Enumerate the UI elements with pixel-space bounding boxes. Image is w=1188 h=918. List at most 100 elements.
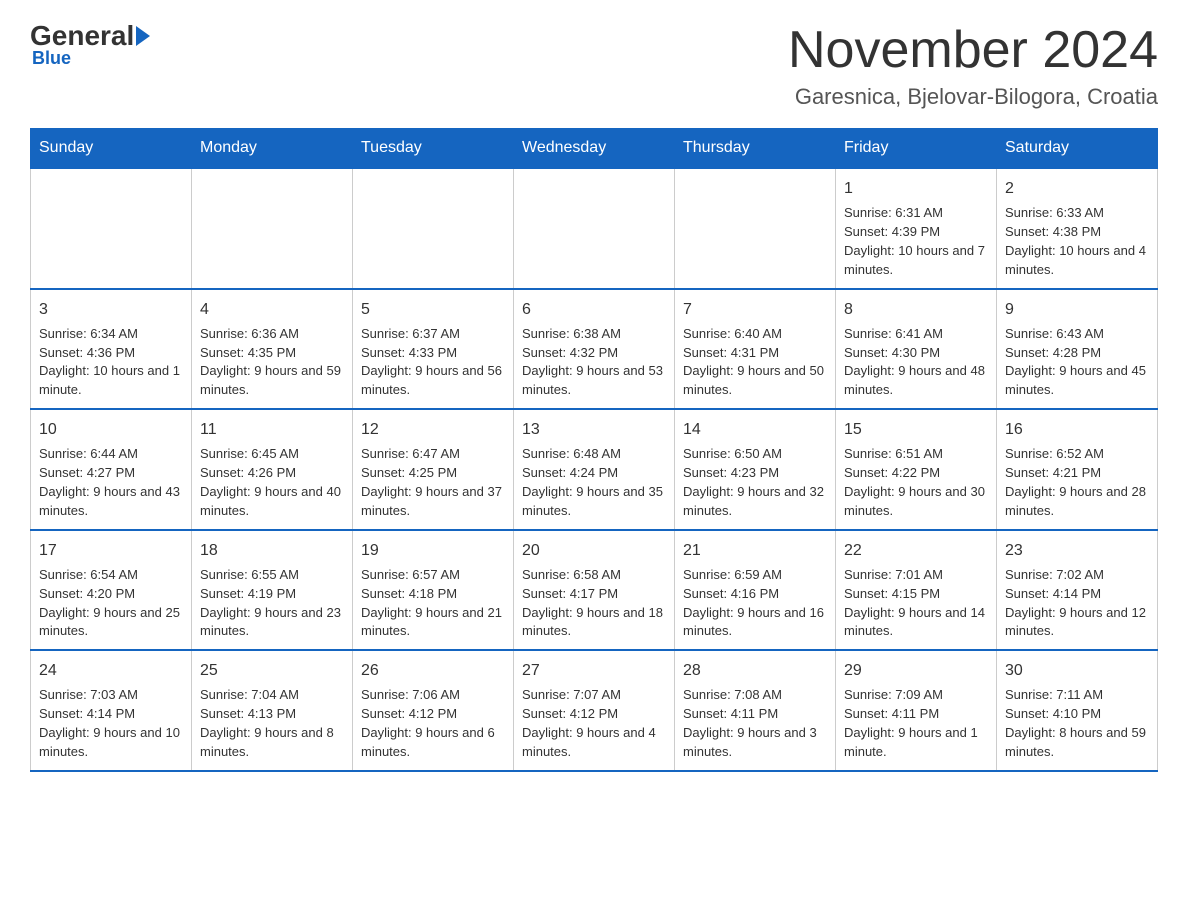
calendar-cell: 4 Sunrise: 6:36 AM Sunset: 4:35 PM Daylig… xyxy=(192,289,353,410)
calendar-header-monday: Monday xyxy=(192,129,353,169)
calendar-cell xyxy=(31,168,192,289)
calendar-cell: 29 Sunrise: 7:09 AM Sunset: 4:11 PM Dayli… xyxy=(836,650,997,771)
day-info: Sunrise: 6:38 AM Sunset: 4:32 PM Dayligh… xyxy=(522,325,666,400)
day-number: 27 xyxy=(522,659,666,682)
day-info: Sunrise: 6:51 AM Sunset: 4:22 PM Dayligh… xyxy=(844,445,988,520)
title-area: November 2024 Garesnica, Bjelovar-Bilogo… xyxy=(788,20,1158,110)
day-info: Sunrise: 7:07 AM Sunset: 4:12 PM Dayligh… xyxy=(522,686,666,761)
day-number: 1 xyxy=(844,177,988,200)
day-info: Sunrise: 6:44 AM Sunset: 4:27 PM Dayligh… xyxy=(39,445,183,520)
day-info: Sunrise: 7:03 AM Sunset: 4:14 PM Dayligh… xyxy=(39,686,183,761)
calendar-cell: 11Sunrise: 6:45 AM Sunset: 4:26 PM Dayli… xyxy=(192,409,353,530)
day-info: Sunrise: 6:43 AM Sunset: 4:28 PM Dayligh… xyxy=(1005,325,1149,400)
day-number: 21 xyxy=(683,539,827,562)
calendar-cell: 12 Sunrise: 6:47 AM Sunset: 4:25 PM Dayli… xyxy=(353,409,514,530)
day-info: Sunrise: 7:11 AM Sunset: 4:10 PM Dayligh… xyxy=(1005,686,1149,761)
day-number: 2 xyxy=(1005,177,1149,200)
calendar-cell: 6 Sunrise: 6:38 AM Sunset: 4:32 PM Daylig… xyxy=(514,289,675,410)
day-number: 25 xyxy=(200,659,344,682)
calendar-cell: 25 Sunrise: 7:04 AM Sunset: 4:13 PM Dayli… xyxy=(192,650,353,771)
day-number: 12 xyxy=(361,418,505,441)
day-info: Sunrise: 7:01 AM Sunset: 4:15 PM Dayligh… xyxy=(844,566,988,641)
day-number: 13 xyxy=(522,418,666,441)
day-info: Sunrise: 6:58 AM Sunset: 4:17 PM Dayligh… xyxy=(522,566,666,641)
day-number: 16 xyxy=(1005,418,1149,441)
day-number: 5 xyxy=(361,298,505,321)
calendar-cell: 18 Sunrise: 6:55 AM Sunset: 4:19 PM Dayli… xyxy=(192,530,353,651)
calendar-cell: 24Sunrise: 7:03 AM Sunset: 4:14 PM Dayli… xyxy=(31,650,192,771)
calendar-cell: 28 Sunrise: 7:08 AM Sunset: 4:11 PM Dayli… xyxy=(675,650,836,771)
calendar-cell xyxy=(675,168,836,289)
day-info: Sunrise: 6:52 AM Sunset: 4:21 PM Dayligh… xyxy=(1005,445,1149,520)
calendar-week-row: 10 Sunrise: 6:44 AM Sunset: 4:27 PM Dayli… xyxy=(31,409,1158,530)
day-info: Sunrise: 6:40 AM Sunset: 4:31 PM Dayligh… xyxy=(683,325,827,400)
day-number: 29 xyxy=(844,659,988,682)
calendar-cell: 15 Sunrise: 6:51 AM Sunset: 4:22 PM Dayli… xyxy=(836,409,997,530)
logo-triangle-icon xyxy=(136,26,150,46)
day-number: 11 xyxy=(200,418,344,441)
day-number: 7 xyxy=(683,298,827,321)
day-info: Sunrise: 6:55 AM Sunset: 4:19 PM Dayligh… xyxy=(200,566,344,641)
day-info: Sunrise: 6:57 AM Sunset: 4:18 PM Dayligh… xyxy=(361,566,505,641)
calendar-cell: 8 Sunrise: 6:41 AM Sunset: 4:30 PM Daylig… xyxy=(836,289,997,410)
calendar-table: SundayMondayTuesdayWednesdayThursdayFrid… xyxy=(30,128,1158,772)
day-number: 14 xyxy=(683,418,827,441)
day-number: 3 xyxy=(39,298,183,321)
day-number: 6 xyxy=(522,298,666,321)
day-info: Sunrise: 7:04 AM Sunset: 4:13 PM Dayligh… xyxy=(200,686,344,761)
day-number: 20 xyxy=(522,539,666,562)
day-info: Sunrise: 6:37 AM Sunset: 4:33 PM Dayligh… xyxy=(361,325,505,400)
calendar-header-saturday: Saturday xyxy=(997,129,1158,169)
day-number: 17 xyxy=(39,539,183,562)
calendar-cell: 7 Sunrise: 6:40 AM Sunset: 4:31 PM Daylig… xyxy=(675,289,836,410)
calendar-cell: 23 Sunrise: 7:02 AM Sunset: 4:14 PM Dayli… xyxy=(997,530,1158,651)
day-number: 28 xyxy=(683,659,827,682)
calendar-cell: 17 Sunrise: 6:54 AM Sunset: 4:20 PM Dayli… xyxy=(31,530,192,651)
calendar-cell: 3Sunrise: 6:34 AM Sunset: 4:36 PM Daylig… xyxy=(31,289,192,410)
day-number: 4 xyxy=(200,298,344,321)
calendar-cell: 14 Sunrise: 6:50 AM Sunset: 4:23 PM Dayli… xyxy=(675,409,836,530)
calendar-cell: 16 Sunrise: 6:52 AM Sunset: 4:21 PM Dayli… xyxy=(997,409,1158,530)
day-info: Sunrise: 6:50 AM Sunset: 4:23 PM Dayligh… xyxy=(683,445,827,520)
calendar-cell: 30Sunrise: 7:11 AM Sunset: 4:10 PM Dayli… xyxy=(997,650,1158,771)
calendar-header-friday: Friday xyxy=(836,129,997,169)
day-number: 23 xyxy=(1005,539,1149,562)
day-number: 8 xyxy=(844,298,988,321)
day-info: Sunrise: 7:09 AM Sunset: 4:11 PM Dayligh… xyxy=(844,686,988,761)
calendar-cell: 10 Sunrise: 6:44 AM Sunset: 4:27 PM Dayli… xyxy=(31,409,192,530)
day-info: Sunrise: 6:33 AM Sunset: 4:38 PM Dayligh… xyxy=(1005,204,1149,279)
calendar-cell: 27 Sunrise: 7:07 AM Sunset: 4:12 PM Dayli… xyxy=(514,650,675,771)
page-header: General Blue November 2024 Garesnica, Bj… xyxy=(30,20,1158,110)
calendar-cell xyxy=(353,168,514,289)
day-info: Sunrise: 6:41 AM Sunset: 4:30 PM Dayligh… xyxy=(844,325,988,400)
day-info: Sunrise: 7:02 AM Sunset: 4:14 PM Dayligh… xyxy=(1005,566,1149,641)
calendar-cell: 26Sunrise: 7:06 AM Sunset: 4:12 PM Dayli… xyxy=(353,650,514,771)
day-number: 15 xyxy=(844,418,988,441)
day-info: Sunrise: 6:54 AM Sunset: 4:20 PM Dayligh… xyxy=(39,566,183,641)
calendar-cell: 20 Sunrise: 6:58 AM Sunset: 4:17 PM Dayli… xyxy=(514,530,675,651)
calendar-cell: 9Sunrise: 6:43 AM Sunset: 4:28 PM Daylig… xyxy=(997,289,1158,410)
calendar-cell: 21 Sunrise: 6:59 AM Sunset: 4:16 PM Dayli… xyxy=(675,530,836,651)
day-number: 10 xyxy=(39,418,183,441)
calendar-cell xyxy=(514,168,675,289)
day-info: Sunrise: 6:31 AM Sunset: 4:39 PM Dayligh… xyxy=(844,204,988,279)
calendar-cell: 13 Sunrise: 6:48 AM Sunset: 4:24 PM Dayli… xyxy=(514,409,675,530)
calendar-cell xyxy=(192,168,353,289)
calendar-cell: 19 Sunrise: 6:57 AM Sunset: 4:18 PM Dayli… xyxy=(353,530,514,651)
calendar-header-row: SundayMondayTuesdayWednesdayThursdayFrid… xyxy=(31,129,1158,169)
day-info: Sunrise: 6:47 AM Sunset: 4:25 PM Dayligh… xyxy=(361,445,505,520)
day-info: Sunrise: 6:59 AM Sunset: 4:16 PM Dayligh… xyxy=(683,566,827,641)
day-number: 18 xyxy=(200,539,344,562)
calendar-cell: 22 Sunrise: 7:01 AM Sunset: 4:15 PM Dayli… xyxy=(836,530,997,651)
day-info: Sunrise: 7:08 AM Sunset: 4:11 PM Dayligh… xyxy=(683,686,827,761)
day-info: Sunrise: 6:36 AM Sunset: 4:35 PM Dayligh… xyxy=(200,325,344,400)
day-number: 22 xyxy=(844,539,988,562)
calendar-week-row: 24Sunrise: 7:03 AM Sunset: 4:14 PM Dayli… xyxy=(31,650,1158,771)
calendar-week-row: 1 Sunrise: 6:31 AM Sunset: 4:39 PM Daylig… xyxy=(31,168,1158,289)
calendar-header-sunday: Sunday xyxy=(31,129,192,169)
logo-area: General Blue xyxy=(30,20,150,69)
calendar-header-wednesday: Wednesday xyxy=(514,129,675,169)
day-number: 19 xyxy=(361,539,505,562)
day-info: Sunrise: 6:48 AM Sunset: 4:24 PM Dayligh… xyxy=(522,445,666,520)
month-title: November 2024 xyxy=(788,20,1158,80)
